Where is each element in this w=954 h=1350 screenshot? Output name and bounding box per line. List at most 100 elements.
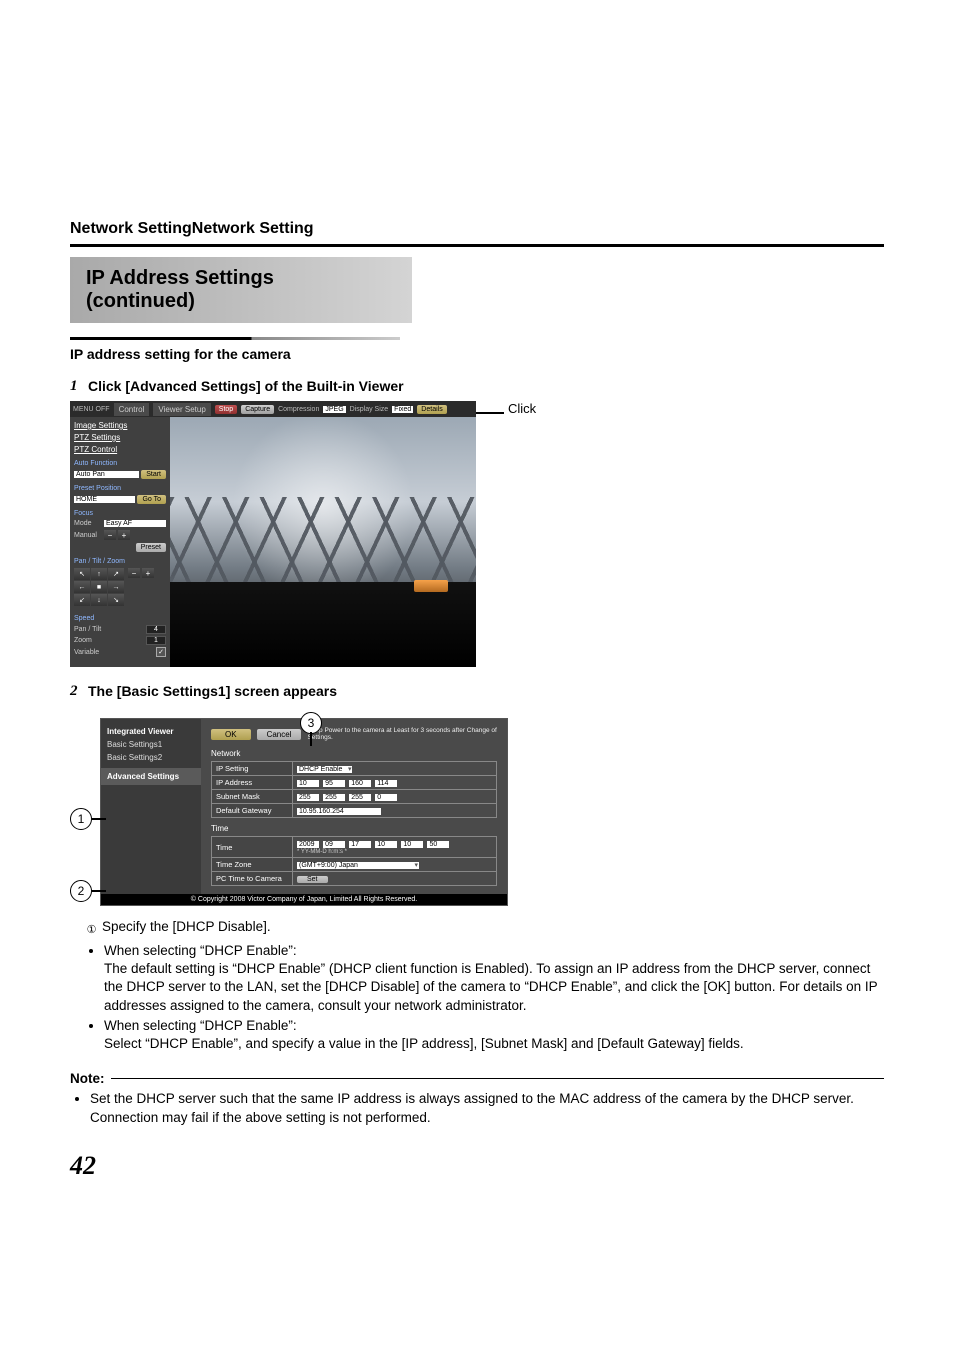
auto-pan-select[interactable]: Auto Pan xyxy=(74,471,139,478)
ok-button[interactable]: OK xyxy=(211,729,251,740)
viewer-toolbar: MENU OFF Control Viewer Setup Stop Captu… xyxy=(70,401,476,417)
focus-mode-select[interactable]: Easy AF xyxy=(104,520,166,527)
row-ip-address-label: IP Address xyxy=(212,776,293,790)
tab-viewer-setup[interactable]: Viewer Setup xyxy=(153,403,210,416)
pan-tilt-label: Pan / Tilt xyxy=(74,626,101,633)
link-basic-settings1[interactable]: Basic Settings1 xyxy=(107,740,195,749)
time-s-field[interactable]: 50 xyxy=(427,841,449,848)
bullet-2-body: Select “DHCP Enable”, and specify a valu… xyxy=(104,1036,744,1051)
click-annotation: Click xyxy=(476,401,536,416)
ptz-up-button[interactable]: ↑ xyxy=(91,568,107,580)
zoom-out-button[interactable]: − xyxy=(128,568,140,578)
bullet-1-head: When selecting “DHCP Enable”: xyxy=(104,943,297,958)
group-focus: Focus xyxy=(74,510,166,517)
variable-label: Variable xyxy=(74,649,99,656)
row-pc-time-label: PC Time to Camera xyxy=(212,872,293,886)
zoom-in-button[interactable]: + xyxy=(142,568,154,578)
note-rule xyxy=(111,1078,885,1079)
sm-a-field[interactable]: 255 xyxy=(297,794,319,801)
ptz-up-left-button[interactable]: ↖ xyxy=(74,568,90,580)
stop-button[interactable]: Stop xyxy=(215,405,237,414)
callout-3: 3 xyxy=(300,712,322,734)
row-subnet-label: Subnet Mask xyxy=(212,790,293,804)
ip-setting-select[interactable]: DHCP Enable xyxy=(297,766,352,773)
ip-b-field[interactable]: 95 xyxy=(323,780,345,787)
pan-tilt-value[interactable]: 4 xyxy=(146,625,166,634)
network-section-title: Network xyxy=(211,749,497,758)
step-1: 1 Click [Advanced Settings] of the Built… xyxy=(70,378,884,395)
viewer-shot-2-wrap: 3 Integrated Viewer Basic Settings1 Basi… xyxy=(70,718,884,906)
ptz-down-left-button[interactable]: ↙ xyxy=(74,594,90,606)
settings-side-panel: Integrated Viewer Basic Settings1 Basic … xyxy=(101,719,201,894)
ptz-down-right-button[interactable]: ↘ xyxy=(108,594,124,606)
time-format-note: * YY-MM-D h:m:s * xyxy=(297,849,492,855)
time-h-field[interactable]: 10 xyxy=(375,841,397,848)
time-m-field[interactable]: 10 xyxy=(401,841,423,848)
ip-d-field[interactable]: 114 xyxy=(375,780,397,787)
note-body: Set the DHCP server such that the same I… xyxy=(90,1090,884,1126)
settings-screen: Integrated Viewer Basic Settings1 Basic … xyxy=(100,718,508,906)
compression-label: Compression xyxy=(278,406,319,413)
video-preview xyxy=(170,417,476,667)
time-day-field[interactable]: 17 xyxy=(349,841,371,848)
tab-control[interactable]: Control xyxy=(114,403,150,416)
ptz-down-button[interactable]: ↓ xyxy=(91,594,107,606)
section-header: Network SettingNetwork Setting xyxy=(70,220,884,238)
menu-off-label: MENU OFF xyxy=(73,406,110,413)
sm-d-field[interactable]: 0 xyxy=(375,794,397,801)
group-preset-position: Preset Position xyxy=(74,485,166,492)
set-button[interactable]: Set xyxy=(297,876,328,883)
link-ptz-settings[interactable]: PTZ Settings xyxy=(74,433,166,442)
link-integrated-viewer[interactable]: Integrated Viewer xyxy=(107,727,195,736)
cancel-button[interactable]: Cancel xyxy=(257,729,302,740)
details-button[interactable]: Details xyxy=(417,405,446,414)
time-section-title: Time xyxy=(211,824,497,833)
display-size-label: Display Size xyxy=(350,406,389,413)
capture-button[interactable]: Capture xyxy=(241,405,274,414)
start-button[interactable]: Start xyxy=(141,470,166,479)
ptz-pad: ↖ ↑ ↗ ← ■ → ↙ ↓ ↘ xyxy=(74,568,124,606)
time-year-field[interactable]: 2009 xyxy=(297,841,319,848)
sm-c-field[interactable]: 255 xyxy=(349,794,371,801)
item-1-text: Specify the [DHCP Disable]. xyxy=(102,919,271,934)
preset-home-select[interactable]: HOME xyxy=(74,496,135,503)
ip-c-field[interactable]: 160 xyxy=(349,780,371,787)
focus-minus-button[interactable]: − xyxy=(104,530,116,540)
gateway-field[interactable]: 10.95.160.254 xyxy=(297,808,381,815)
ip-a-field[interactable]: 10 xyxy=(297,780,319,787)
page-number: 42 xyxy=(70,1151,884,1181)
network-table: IP Setting DHCP Enable IP Address 10 95 … xyxy=(211,761,497,818)
ptz-left-button[interactable]: ← xyxy=(74,581,90,593)
connector-line xyxy=(476,412,504,414)
link-ptz-control[interactable]: PTZ Control xyxy=(74,445,166,454)
sub-rule xyxy=(70,337,400,340)
title-bar: IP Address Settings (continued) xyxy=(70,257,412,323)
tz-select[interactable]: (GMT+9:00) Japan xyxy=(297,862,419,869)
display-size-select[interactable]: Fixed xyxy=(392,406,413,413)
group-auto-function: Auto Function xyxy=(74,460,166,467)
callout-1-line xyxy=(92,818,106,820)
time-mon-field[interactable]: 09 xyxy=(323,841,345,848)
step-2: 2 The [Basic Settings1] screen appears xyxy=(70,683,884,700)
link-advanced-settings[interactable]: Advanced Settings xyxy=(101,768,201,785)
manual-label: Manual xyxy=(74,532,102,539)
link-basic-settings2[interactable]: Basic Settings2 xyxy=(107,753,195,762)
link-image-settings[interactable]: Image Settings xyxy=(74,421,166,430)
zoom-value[interactable]: 1 xyxy=(146,636,166,645)
section-rule xyxy=(70,244,884,247)
ptz-right-button[interactable]: → xyxy=(108,581,124,593)
compression-select[interactable]: JPEG xyxy=(323,406,345,413)
step-1-number: 1 xyxy=(70,378,80,395)
focus-plus-button[interactable]: + xyxy=(118,530,130,540)
row-gateway-label: Default Gateway xyxy=(212,804,293,818)
callout-3-line xyxy=(310,732,312,746)
preset-button[interactable]: Preset xyxy=(136,543,166,552)
sm-b-field[interactable]: 255 xyxy=(323,794,345,801)
goto-button[interactable]: Go To xyxy=(137,495,166,504)
step-2-text: The [Basic Settings1] screen appears xyxy=(88,683,337,700)
step-1-text: Click [Advanced Settings] of the Built-i… xyxy=(88,378,404,395)
title-line-2: (continued) xyxy=(86,290,195,312)
variable-checkbox[interactable]: ✓ xyxy=(156,647,166,657)
ptz-up-right-button[interactable]: ↗ xyxy=(108,568,124,580)
ptz-center-button[interactable]: ■ xyxy=(91,581,107,593)
